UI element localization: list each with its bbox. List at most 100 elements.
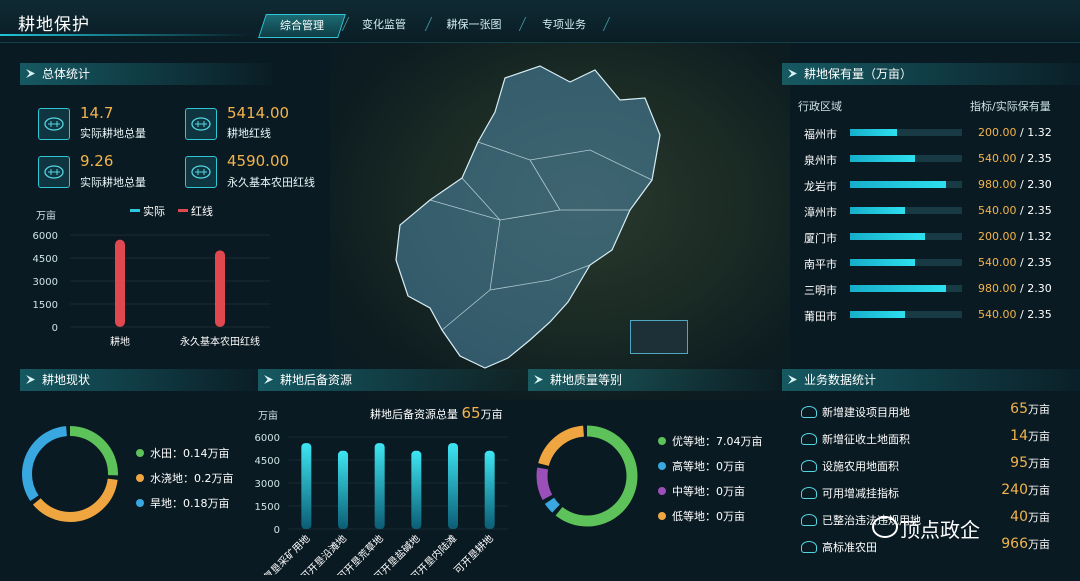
reserve-total: 耕地后备资源总量 65万亩 — [370, 404, 503, 422]
panel-title-reserve: 耕地后备资源 — [258, 369, 530, 391]
region-value: 980.00 / 2.30 — [978, 178, 1052, 191]
chevron-icon — [264, 375, 273, 384]
actual-value: / 2.35 — [1016, 308, 1052, 321]
bar-red — [115, 239, 125, 327]
nav-divider — [424, 17, 433, 31]
stat-value: 4590.00 — [227, 152, 290, 170]
holdings-row[interactable]: 福州市 200.00 / 1.32 — [800, 123, 1055, 143]
x-tick-label: 永久基本农田红线 — [180, 335, 260, 348]
holdings-row[interactable]: 泉州市 540.00 / 2.35 — [800, 149, 1055, 169]
progress-track — [850, 233, 962, 240]
actual-value: / 2.35 — [1016, 256, 1052, 269]
y-tick-label: 1500 — [33, 300, 58, 311]
progress-fill — [850, 129, 898, 136]
legend-dot — [136, 499, 144, 507]
chevron-icon — [26, 375, 35, 384]
map-minimap[interactable] — [630, 320, 688, 354]
holdings-row[interactable]: 漳州市 540.00 / 2.35 — [800, 201, 1055, 221]
progress-track — [850, 259, 962, 266]
region-value: 540.00 / 2.35 — [978, 256, 1052, 269]
target-value: 540.00 — [978, 152, 1017, 165]
chevron-icon — [534, 375, 543, 384]
progress-track — [850, 311, 962, 318]
holdings-row[interactable]: 莆田市 540.00 / 2.35 — [800, 305, 1055, 325]
stat-value: 14.7 — [80, 104, 114, 122]
panel-title-quality: 耕地质量等别 — [528, 369, 780, 391]
tab-farmland-map[interactable]: 耕保一张图 — [436, 14, 512, 36]
progress-track — [850, 155, 962, 162]
actual-value: / 2.30 — [1016, 282, 1052, 295]
actual-value: / 1.32 — [1016, 126, 1052, 139]
holdings-row[interactable]: 三明市 980.00 / 2.30 — [800, 279, 1055, 299]
farmland-icon — [801, 406, 817, 418]
chevron-icon — [788, 69, 797, 78]
progress-track — [850, 181, 962, 188]
legend-dot — [136, 474, 144, 482]
tab-label: 综合管理 — [280, 19, 324, 32]
region-name: 泉州市 — [804, 154, 837, 167]
column-header-value: 指标/实际保有量 — [970, 100, 1051, 113]
panel-title-status: 耕地现状 — [20, 369, 262, 391]
business-number: 40 — [1010, 509, 1028, 525]
progress-track — [850, 129, 962, 136]
progress-fill — [850, 259, 915, 266]
status-donut-chart — [22, 426, 118, 522]
region-name: 莆田市 — [804, 310, 837, 323]
farmland-icon — [801, 460, 817, 472]
business-number: 65 — [1010, 401, 1028, 417]
farmland-icon — [185, 156, 217, 188]
farmland-icon — [801, 541, 817, 553]
app-title: 耕地保护 — [18, 15, 90, 35]
farmland-icon — [801, 487, 817, 499]
y-tick-label: 0 — [52, 323, 58, 334]
y-tick-label: 1500 — [255, 502, 280, 513]
legend-label: 水田：0.14万亩 — [150, 447, 230, 460]
holdings-row[interactable]: 南平市 540.00 / 2.35 — [800, 253, 1055, 273]
legend-dot — [658, 437, 666, 445]
tab-special-business[interactable]: 专项业务 — [530, 14, 598, 36]
legend-label: 低等地：0万亩 — [672, 510, 745, 523]
business-number: 95 — [1010, 455, 1028, 471]
holdings-row[interactable]: 厦门市 200.00 / 1.32 — [800, 227, 1055, 247]
holdings-row[interactable]: 龙岩市 980.00 / 2.30 — [800, 175, 1055, 195]
y-tick-label: 6000 — [255, 433, 280, 444]
business-unit: 万亩 — [1028, 457, 1050, 470]
legend-label: 水浇地：0.2万亩 — [150, 472, 234, 485]
progress-fill — [850, 181, 947, 188]
legend-swatch-actual — [130, 209, 140, 212]
y-tick-label: 4500 — [33, 254, 58, 265]
business-unit: 万亩 — [1028, 484, 1050, 497]
tab-change-monitor[interactable]: 变化监管 — [352, 14, 416, 36]
tab-comprehensive[interactable]: 综合管理 — [258, 14, 346, 38]
business-unit: 万亩 — [1028, 430, 1050, 443]
reserve-total-value: 65 — [461, 404, 481, 422]
bar — [374, 443, 385, 529]
chevron-icon — [26, 69, 35, 78]
progress-track — [850, 207, 962, 214]
progress-fill — [850, 233, 926, 240]
business-value: 240万亩 — [1001, 482, 1050, 498]
legend-label-red: 红线 — [191, 205, 213, 218]
bar — [301, 443, 312, 529]
legend-label: 旱地：0.18万亩 — [150, 497, 230, 510]
bar — [411, 450, 422, 529]
progress-track — [850, 285, 962, 292]
bar-red — [215, 250, 225, 327]
target-value: 540.00 — [978, 204, 1017, 217]
reserve-bar-chart: 60004500300015000可复垦采矿用地可开垦沿滩地可开垦荒草地可开垦盐… — [254, 433, 508, 575]
region-name: 厦门市 — [804, 232, 837, 245]
target-value: 200.00 — [978, 230, 1017, 243]
nav-divider — [602, 17, 611, 31]
y-tick-label: 4500 — [255, 456, 280, 467]
y-tick-label: 6000 — [33, 231, 58, 242]
panel-title-overall: 总体统计 — [20, 63, 272, 85]
wechat-icon — [872, 516, 898, 538]
region-name: 南平市 — [804, 258, 837, 271]
legend-label-actual: 实际 — [143, 205, 165, 218]
chevron-icon — [788, 375, 797, 384]
legend-label: 优等地：7.04万亩 — [672, 435, 763, 448]
progress-fill — [850, 285, 947, 292]
quality-donut-chart — [536, 425, 638, 527]
legend-dot — [658, 512, 666, 520]
watermark: 顶点政企 — [900, 518, 980, 542]
